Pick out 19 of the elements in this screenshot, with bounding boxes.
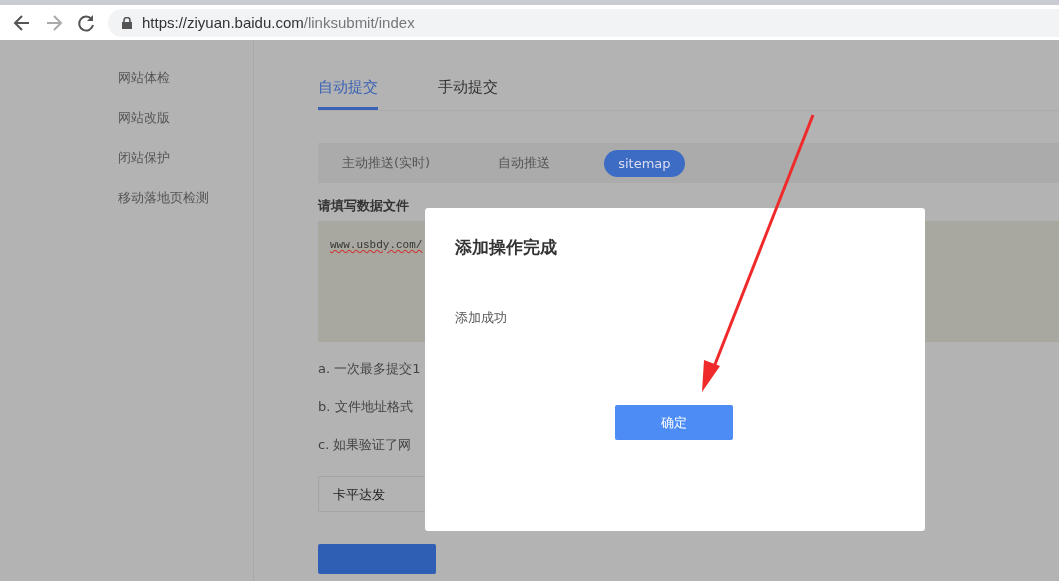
dialog-message: 添加成功 (455, 309, 508, 327)
subtab[interactable]: 主动推送(实时) (328, 148, 445, 178)
sidebar-item[interactable]: 网站改版 (118, 108, 253, 148)
note-text: c. 如果验证了网 (318, 436, 413, 454)
sidebar-item[interactable]: 移动落地页检测 (118, 188, 253, 228)
subtab[interactable]: sitemap (604, 149, 685, 177)
lock-icon (122, 16, 132, 29)
tab[interactable]: 手动提交 (438, 78, 498, 110)
note-text: b. 文件地址格式 (318, 398, 414, 416)
address-bar[interactable]: https://ziyuan.baidu.com/linksubmit/index (108, 8, 1059, 37)
back-icon[interactable] (12, 12, 32, 33)
tab[interactable]: 自动提交 (318, 78, 378, 110)
sidebar-item[interactable]: 网站体检 (118, 68, 253, 108)
note-text: a. 一次最多提交1 (318, 360, 422, 378)
subtab[interactable]: 自动推送 (484, 148, 565, 178)
sidebar-item[interactable]: 闭站保护 (118, 148, 253, 188)
dialog-title: 添加操作完成 (455, 236, 558, 259)
confirm-button[interactable]: 确定 (615, 405, 733, 440)
field-label: 请填写数据文件 (318, 197, 410, 215)
